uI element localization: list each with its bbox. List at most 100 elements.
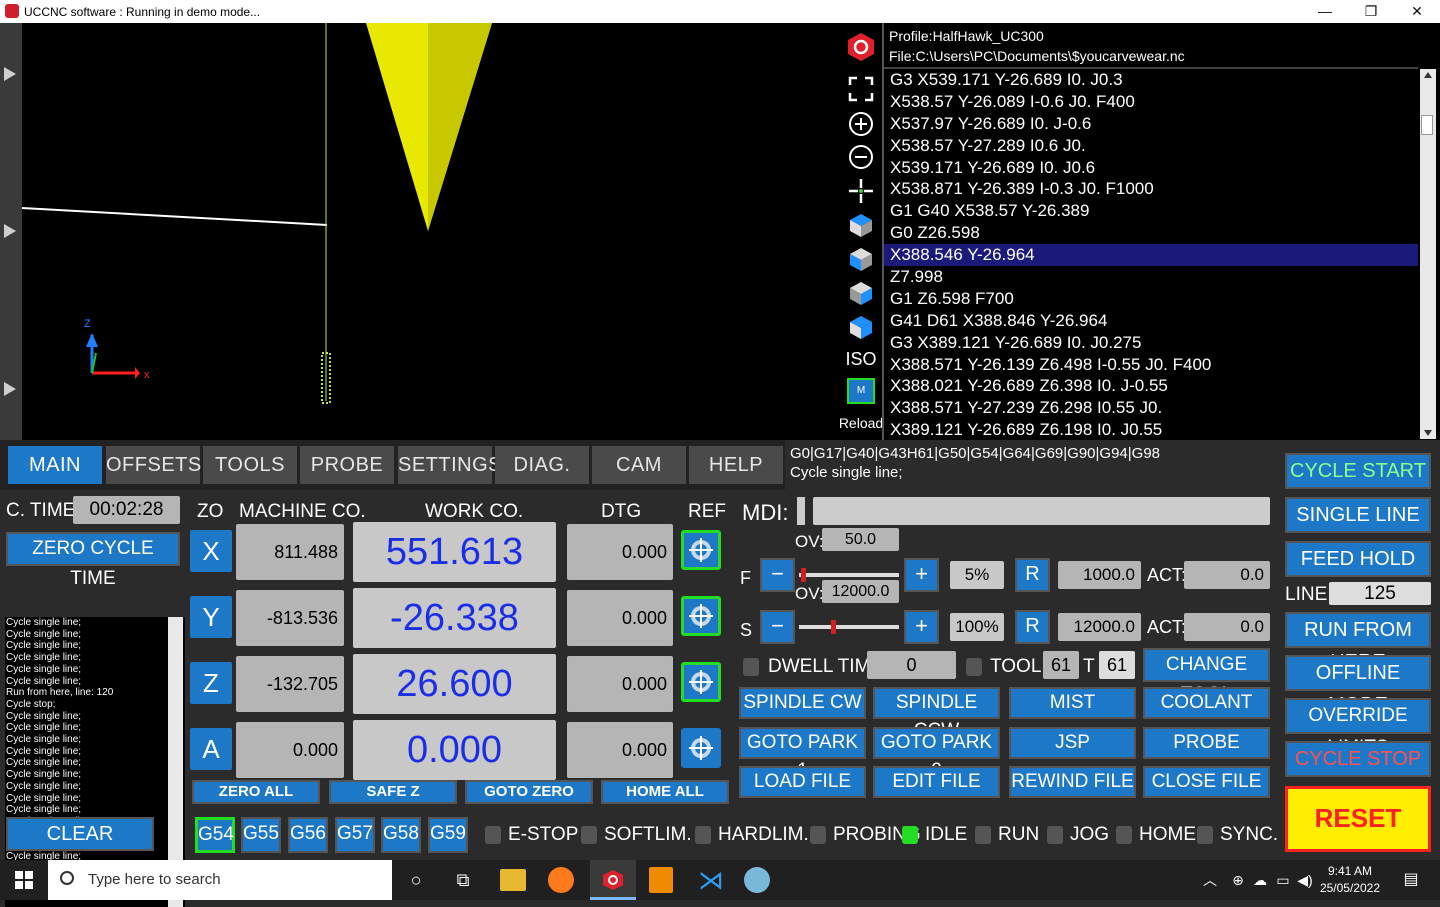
tab-settings[interactable]: SETTINGS (398, 446, 502, 484)
gcode-line[interactable]: X538.57 Y-27.289 I0.6 J0. (884, 135, 1418, 157)
gcode-line[interactable]: X537.97 Y-26.689 I0. J-0.6 (884, 113, 1418, 135)
feed-slider-thumb[interactable] (801, 568, 806, 582)
load-file-button[interactable]: LOAD FILE (739, 766, 866, 798)
ref-y-button[interactable] (681, 596, 721, 636)
cycle-start-button[interactable]: CYCLE START (1285, 453, 1431, 489)
gcode-line[interactable]: G1 G40 X538.57 Y-26.389 (884, 200, 1418, 222)
gcode-line[interactable]: G0 Z26.598 (884, 222, 1418, 244)
close-file-button[interactable]: CLOSE FILE (1143, 766, 1270, 798)
gcode-line[interactable]: G3 X539.171 Y-26.689 I0. J0.3 (884, 69, 1418, 91)
machine-view-icon[interactable]: M (845, 377, 877, 405)
fusion-icon[interactable] (649, 867, 673, 893)
axis-a-zero-button[interactable]: A (190, 728, 232, 770)
taskbar-search-input[interactable]: Type here to search (48, 860, 392, 900)
ref-z-button[interactable] (681, 662, 721, 702)
spindle-ccw-button[interactable]: SPINDLE CCW (873, 687, 1000, 741)
view-cube-icon[interactable] (845, 313, 877, 341)
tab-probe[interactable]: PROBE (300, 446, 394, 484)
spindle-step-value[interactable]: 100% (950, 613, 1004, 641)
spindle-reset-button[interactable]: R (1015, 610, 1050, 644)
feed-hold-button[interactable]: FEED HOLD (1285, 541, 1431, 577)
gcode-line[interactable]: X388.571 Y-27.239 Z6.298 I0.55 J0. (884, 397, 1418, 419)
gcode-line[interactable]: X539.171 Y-26.689 I0. J0.6 (884, 157, 1418, 179)
zoom-in-icon[interactable] (845, 110, 877, 138)
task-view-icon[interactable]: ⧉ (448, 866, 478, 894)
cortana-icon[interactable]: ○ (401, 866, 431, 894)
zero-cycle-time-button[interactable]: ZERO CYCLE TIME (6, 532, 180, 589)
offline-mode-button[interactable]: OFFLINE MODE (1285, 655, 1431, 716)
goto-park-1-button[interactable]: GOTO PARK 1 (739, 727, 866, 781)
work-coord-z[interactable]: 26.600 (353, 654, 556, 714)
tray-volume-icon[interactable]: ◀) (1290, 866, 1320, 894)
offset-g55-button[interactable]: G55 (241, 817, 281, 853)
clear-log-button[interactable]: CLEAR (6, 817, 154, 851)
cycle-stop-button[interactable]: CYCLE STOP (1285, 741, 1431, 777)
spindle-increase-button[interactable]: + (904, 610, 939, 644)
minimize-button[interactable]: — (1302, 0, 1348, 23)
mist-button[interactable]: MIST (1009, 687, 1136, 719)
feed-step-value[interactable]: 5% (950, 561, 1004, 589)
home-all-button[interactable]: HOME ALL (601, 780, 729, 804)
override-limits-button[interactable]: OVERRIDE LIMITS (1285, 698, 1431, 758)
tab-offsets[interactable]: OFFSETS (106, 446, 201, 484)
expand-arrow-icon[interactable] (4, 382, 16, 396)
offset-g54-button[interactable]: G54 (195, 817, 235, 853)
windows-start-icon[interactable] (9, 866, 39, 894)
spindle-override-slider[interactable] (799, 625, 899, 629)
offset-g57-button[interactable]: G57 (335, 817, 375, 853)
zoom-out-icon[interactable] (845, 143, 877, 171)
tab-help[interactable]: HELP (689, 446, 783, 484)
vscode-icon[interactable]: ⋊ (696, 866, 726, 894)
gcode-line[interactable]: X538.871 Y-26.389 I-0.3 J0. F1000 (884, 178, 1418, 200)
line-value[interactable]: 125 (1329, 582, 1431, 605)
offset-g58-button[interactable]: G58 (381, 817, 421, 853)
spindle-slider-thumb[interactable] (831, 620, 836, 634)
center-view-icon[interactable] (845, 177, 877, 205)
rewind-file-button[interactable]: REWIND FILE (1009, 766, 1136, 798)
gcode-line[interactable]: G41 D61 X388.846 Y-26.964 (884, 310, 1418, 332)
gcode-line[interactable]: X388.021 Y-26.689 Z6.398 I0. J-0.55 (884, 375, 1418, 397)
work-coord-x[interactable]: 551.613 (353, 522, 556, 582)
uccnc-taskbar-icon[interactable] (590, 860, 636, 900)
expand-arrow-icon[interactable] (4, 224, 16, 238)
view-top-cube-icon[interactable] (845, 211, 877, 239)
tool-checkbox[interactable] (966, 658, 982, 676)
run-from-here-button[interactable]: RUN FROM HERE (1285, 612, 1431, 673)
gcode-line[interactable]: X388.571 Y-26.139 Z6.498 I-0.55 J0. F400 (884, 354, 1418, 376)
dwell-checkbox[interactable] (743, 658, 759, 676)
goto-zero-button[interactable]: GOTO ZERO (465, 780, 593, 804)
zero-all-button[interactable]: ZERO ALL (192, 780, 320, 804)
tray-chevron-icon[interactable]: ︿ (1195, 866, 1225, 894)
expand-arrow-icon[interactable] (4, 67, 16, 81)
ref-a-button[interactable] (681, 728, 721, 768)
fit-view-icon[interactable] (845, 75, 877, 103)
edit-file-button[interactable]: EDIT FILE (873, 766, 1000, 798)
dwell-value[interactable]: 0 (867, 651, 956, 679)
spindle-decrease-button[interactable]: − (760, 610, 795, 644)
feed-reset-button[interactable]: R (1015, 558, 1050, 592)
notifications-icon[interactable]: ▤ (1396, 866, 1426, 894)
offset-g56-button[interactable]: G56 (288, 817, 328, 853)
feed-decrease-button[interactable]: − (760, 558, 795, 592)
gcode-list[interactable]: G3 X539.171 Y-26.689 I0. J0.3 X538.57 Y-2… (884, 67, 1418, 439)
view-front-cube-icon[interactable] (845, 245, 877, 273)
coolant-button[interactable]: COOLANT (1143, 687, 1270, 719)
gcode-line[interactable]: Z7.998 (884, 266, 1418, 288)
jsp-button[interactable]: JSP (1009, 727, 1136, 759)
firefox-icon[interactable] (548, 867, 574, 893)
close-button[interactable]: ✕ (1394, 0, 1440, 23)
spindle-set-value[interactable]: 12000.0 (1058, 613, 1141, 641)
gcode-line[interactable]: X388.546 Y-26.964 (884, 244, 1418, 267)
iso-view-button[interactable]: ISO (845, 345, 877, 373)
feed-increase-button[interactable]: + (904, 558, 939, 592)
feed-override-slider[interactable] (799, 573, 899, 577)
mdi-input[interactable] (813, 497, 1270, 525)
axis-y-zero-button[interactable]: Y (190, 596, 232, 638)
gcode-line[interactable]: X389.121 Y-26.689 Z6.198 I0. J0.55 (884, 419, 1418, 439)
axis-x-zero-button[interactable]: X (190, 530, 232, 572)
gcode-line[interactable]: G1 Z6.598 F700 (884, 288, 1418, 310)
tab-diag[interactable]: DIAG. (495, 446, 589, 484)
view-side-cube-icon[interactable] (845, 279, 877, 307)
offset-g59-button[interactable]: G59 (428, 817, 468, 853)
feed-set-value[interactable]: 1000.0 (1058, 561, 1141, 589)
